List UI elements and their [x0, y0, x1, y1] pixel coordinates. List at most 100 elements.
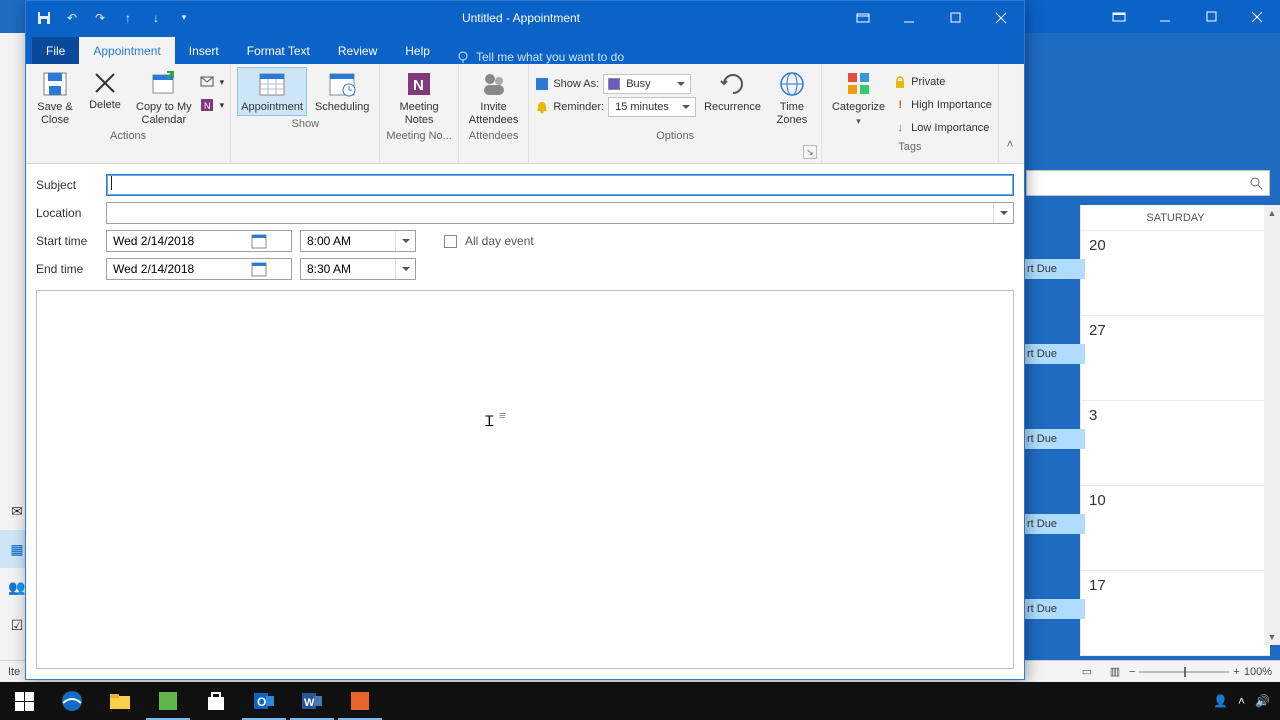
show-as-dropdown[interactable]: Busy — [603, 74, 691, 94]
scheduling-button[interactable]: Scheduling — [311, 67, 373, 116]
tab-insert[interactable]: Insert — [175, 37, 233, 64]
tab-appointment[interactable]: Appointment — [79, 37, 174, 64]
quick-access-toolbar: ↶ ↷ ↑ ↓ ▾ — [26, 6, 202, 30]
calendar-cell[interactable]: 27 — [1080, 316, 1270, 401]
group-show: Appointment Scheduling Show — [231, 64, 380, 163]
view-reading-icon[interactable]: ▥ — [1101, 662, 1129, 682]
ribbon-tabs: File Appointment Insert Format Text Revi… — [26, 34, 1024, 64]
group-meeting-notes: N Meeting Notes Meeting No... — [380, 64, 458, 163]
delete-icon — [91, 69, 119, 97]
high-importance-button[interactable]: !High Importance — [893, 94, 992, 116]
calendar-event[interactable]: rt Due — [1025, 259, 1085, 279]
windows-logo-icon — [15, 692, 34, 711]
appointment-body-editor[interactable]: Ꮖ ≡ — [36, 290, 1014, 669]
taskbar-edge[interactable] — [48, 682, 96, 720]
taskbar-app-orange[interactable] — [336, 682, 384, 720]
tell-me-search[interactable]: Tell me what you want to do — [444, 50, 624, 64]
tab-file[interactable]: File — [32, 37, 79, 64]
onenote-small-icon: N — [200, 97, 216, 113]
taskbar-app-green[interactable] — [144, 682, 192, 720]
ribbon-display-options-button[interactable] — [840, 1, 886, 34]
title-bar[interactable]: ↶ ↷ ↑ ↓ ▾ Untitled - Appointment — [26, 1, 1024, 34]
copy-to-calendar-button[interactable]: Copy to My Calendar — [132, 67, 196, 128]
calendar-cell[interactable]: 17 — [1080, 571, 1270, 656]
zoom-out-button[interactable]: − — [1129, 666, 1135, 678]
tab-review[interactable]: Review — [324, 37, 391, 64]
calendar-event[interactable]: rt Due — [1025, 599, 1085, 619]
delete-button[interactable]: Delete — [82, 67, 128, 114]
end-time-picker[interactable]: 8:30 AM — [300, 258, 416, 280]
chevron-down-icon[interactable] — [993, 203, 1013, 223]
start-button[interactable] — [0, 682, 48, 720]
svg-text:N: N — [204, 101, 211, 111]
tab-help[interactable]: Help — [391, 37, 444, 64]
maximize-button[interactable] — [932, 1, 978, 34]
group-actions: Save & Close Delete Copy to My Calendar … — [26, 64, 231, 163]
taskbar-store[interactable] — [192, 682, 240, 720]
calendar-picker-icon[interactable] — [251, 233, 269, 251]
taskbar-file-explorer[interactable] — [96, 682, 144, 720]
next-item-icon[interactable]: ↓ — [144, 6, 168, 30]
parent-maximize-button[interactable] — [1188, 0, 1234, 33]
calendar-event[interactable]: rt Due — [1025, 344, 1085, 364]
time-zones-button[interactable]: Time Zones — [769, 67, 815, 128]
collapse-ribbon-button[interactable]: ˄ — [1000, 134, 1020, 154]
onenote-small-button[interactable]: N▾ — [200, 94, 225, 116]
redo-icon[interactable]: ↷ — [88, 6, 112, 30]
subject-label: Subject — [36, 178, 98, 192]
end-time-label: End time — [36, 262, 98, 276]
calendar-cell[interactable]: 10 — [1080, 486, 1270, 571]
calendar-cell[interactable]: 3 — [1080, 401, 1270, 486]
parent-close-button[interactable] — [1234, 0, 1280, 33]
taskbar-word[interactable]: W — [288, 682, 336, 720]
view-normal-icon[interactable]: ▭ — [1073, 662, 1101, 682]
calendar-picker-icon[interactable] — [251, 261, 269, 279]
location-input[interactable] — [106, 202, 1014, 224]
prev-item-icon[interactable]: ↑ — [116, 6, 140, 30]
options-dialog-launcher[interactable]: ↘ — [803, 145, 817, 159]
parent-minimize-button[interactable] — [1142, 0, 1188, 33]
tray-volume-icon[interactable]: 🔊 — [1255, 694, 1270, 708]
tab-format-text[interactable]: Format Text — [233, 37, 324, 64]
undo-icon[interactable]: ↶ — [60, 6, 84, 30]
parent-ribbon-display-icon[interactable] — [1096, 0, 1142, 33]
save-icon[interactable] — [32, 6, 56, 30]
qat-customize-icon[interactable]: ▾ — [172, 6, 196, 30]
invite-attendees-button[interactable]: Invite Attendees — [465, 67, 523, 128]
zoom-in-button[interactable]: + — [1233, 666, 1239, 678]
subject-input[interactable] — [106, 174, 1014, 196]
meeting-notes-button[interactable]: N Meeting Notes — [396, 67, 443, 128]
close-button[interactable] — [978, 1, 1024, 34]
tray-people-icon[interactable]: 👤 — [1213, 694, 1228, 708]
chevron-down-icon[interactable] — [395, 259, 415, 279]
scroll-up-icon[interactable]: ▲ — [1264, 205, 1280, 221]
tray-chevron-up-icon[interactable]: ˄ — [1238, 694, 1245, 708]
end-date-picker[interactable]: Wed 2/14/2018 — [106, 258, 292, 280]
private-button[interactable]: Private — [893, 71, 992, 93]
appointment-form: Subject Location Start time Wed 2/14/201… — [26, 164, 1024, 286]
calendar-cell[interactable]: 20 — [1080, 231, 1270, 316]
calendar-event[interactable]: rt Due — [1025, 514, 1085, 534]
zoom-slider[interactable] — [1139, 671, 1229, 673]
calendar-scrollbar[interactable]: ▲ ▼ — [1264, 205, 1280, 645]
minimize-button[interactable] — [886, 1, 932, 34]
reminder-dropdown[interactable]: 15 minutes — [608, 97, 696, 117]
forward-button[interactable]: ▾ — [200, 71, 225, 93]
low-importance-button[interactable]: ↓Low Importance — [893, 117, 992, 139]
start-date-picker[interactable]: Wed 2/14/2018 — [106, 230, 292, 252]
location-label: Location — [36, 206, 98, 220]
calendar-search-box[interactable] — [1026, 170, 1270, 196]
down-arrow-icon: ↓ — [893, 122, 907, 134]
scroll-down-icon[interactable]: ▼ — [1264, 629, 1280, 645]
calendar-event[interactable]: rt Due — [1025, 429, 1085, 449]
search-icon — [1249, 176, 1263, 190]
all-day-checkbox[interactable] — [444, 235, 457, 248]
chevron-down-icon[interactable] — [395, 231, 415, 251]
zoom-level: 100% — [1244, 666, 1272, 678]
start-time-picker[interactable]: 8:00 AM — [300, 230, 416, 252]
save-close-button[interactable]: Save & Close — [32, 67, 78, 128]
taskbar-outlook[interactable]: O — [240, 682, 288, 720]
categorize-button[interactable]: Categorize ▾ — [828, 67, 889, 129]
recurrence-button[interactable]: Recurrence — [700, 67, 765, 116]
appointment-view-button[interactable]: Appointment — [237, 67, 307, 116]
